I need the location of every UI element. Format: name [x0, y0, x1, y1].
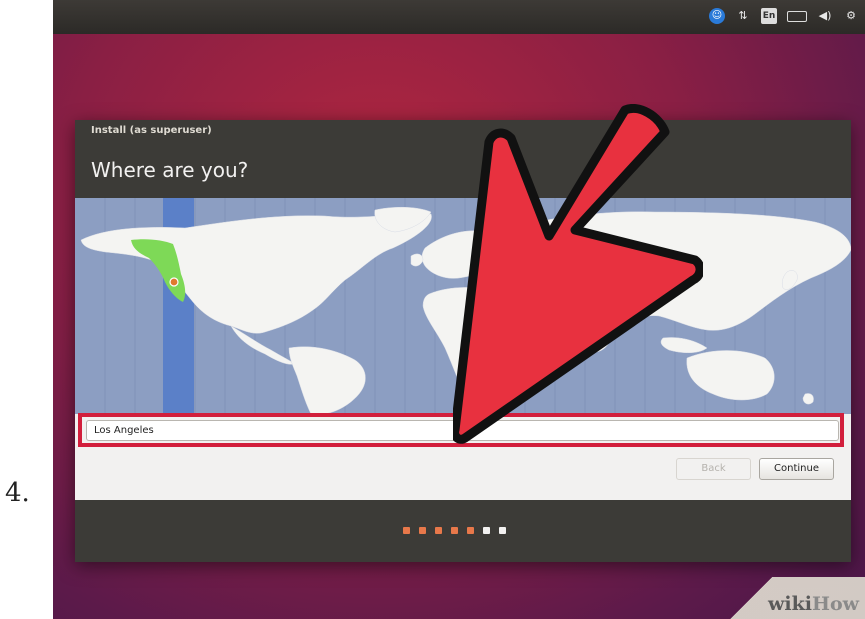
progress-dot: [403, 527, 410, 534]
installer-footer: [75, 500, 851, 562]
keyboard-layout-icon[interactable]: En: [761, 8, 777, 24]
watermark: wikiHow: [725, 577, 865, 619]
progress-dot: [467, 527, 474, 534]
progress-dot: [451, 527, 458, 534]
continue-button[interactable]: Continue: [759, 458, 834, 480]
progress-dot: [419, 527, 426, 534]
top-panel: ☺ ⇅ En ◀) ⚙: [53, 0, 865, 34]
settings-icon[interactable]: ⚙: [843, 8, 859, 24]
pointer-arrow-icon: [453, 104, 703, 444]
volume-icon[interactable]: ◀): [817, 8, 833, 24]
city-marker[interactable]: [169, 277, 179, 287]
network-icon[interactable]: ⇅: [735, 8, 751, 24]
step-number: 4.: [5, 478, 30, 508]
system-tray: ☺ ⇅ En ◀) ⚙: [709, 8, 859, 24]
page-title: Where are you?: [91, 158, 249, 182]
battery-icon[interactable]: [787, 10, 807, 22]
progress-dot: [435, 527, 442, 534]
watermark-brand-b: How: [812, 593, 859, 615]
accessibility-icon[interactable]: ☺: [709, 8, 725, 24]
back-button[interactable]: Back: [676, 458, 751, 480]
watermark-brand-a: wiki: [768, 593, 813, 615]
desktop-screenshot: ☺ ⇅ En ◀) ⚙ Install (as superuser) Where…: [53, 0, 865, 619]
progress-dot: [499, 527, 506, 534]
progress-dot: [483, 527, 490, 534]
watermark-logo: wikiHow: [768, 593, 859, 615]
progress-dots: [403, 527, 506, 534]
